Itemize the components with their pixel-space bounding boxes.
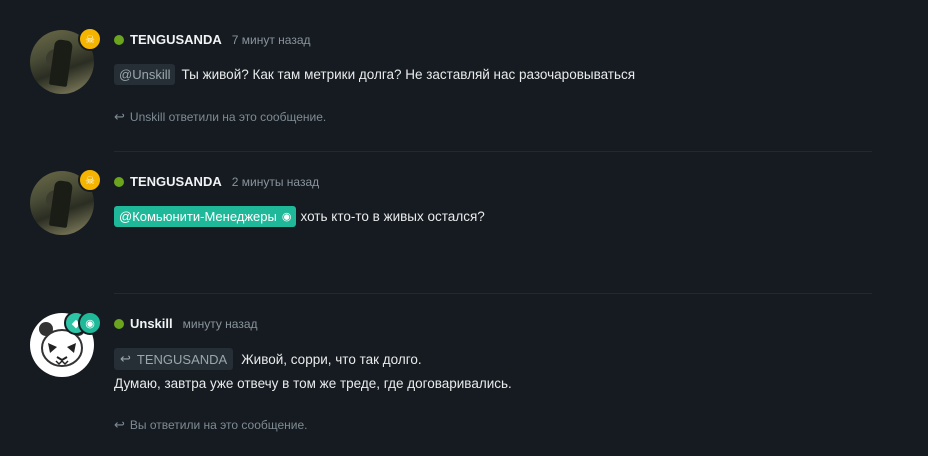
message-body: @Комьюнити-Менеджеры ◉ хоть кто-то в жив… <box>114 206 485 227</box>
reply-arrow-icon: ↩ <box>120 351 131 366</box>
replies-indicator[interactable]: ↩ Unskill ответили на это сообщение. <box>114 109 326 125</box>
replies-text[interactable]: Вы ответили на это сообщение. <box>130 418 308 432</box>
message-body: @Unskill Ты живой? Как там метрики долга… <box>114 64 635 85</box>
skull-icon: ☠ <box>78 27 102 51</box>
user-mention[interactable]: @Unskill <box>114 64 176 85</box>
skull-icon: ☠ <box>78 168 102 192</box>
reply-reference[interactable]: ↩ TENGUSANDA <box>114 348 234 370</box>
timestamp[interactable]: минуту назад <box>183 317 258 331</box>
globe-icon: ◉ <box>281 211 292 223</box>
message-text: хоть кто-то в живых остался? <box>300 209 485 224</box>
author-name[interactable]: TENGUSANDA <box>130 174 222 189</box>
divider <box>114 293 872 294</box>
timestamp[interactable]: 7 минут назад <box>232 33 311 47</box>
group-mention-label: @Комьюнити-Менеджеры <box>119 209 277 224</box>
replies-indicator[interactable]: ↩ Вы ответили на это сообщение. <box>114 417 308 433</box>
status-dot <box>114 318 124 329</box>
message-body-line-2: Думаю, завтра уже отвечу в том же треде,… <box>114 376 512 391</box>
group-mention[interactable]: @Комьюнити-Менеджеры ◉ <box>114 206 297 227</box>
message-text: Ты живой? Как там метрики долга? Не заст… <box>181 67 636 82</box>
status-dot <box>114 34 124 45</box>
message-header: TENGUSANDA 2 минуты назад <box>114 174 319 189</box>
message-text-2: Думаю, завтра уже отвечу в том же треде,… <box>114 376 512 391</box>
reply-author: TENGUSANDA <box>136 351 228 367</box>
divider <box>114 151 872 152</box>
message-header: Unskill минуту назад <box>114 316 258 331</box>
reply-arrow-icon: ↩ <box>114 109 125 124</box>
message-text: Живой, сорри, что так долго. <box>241 351 422 367</box>
status-dot <box>114 176 124 187</box>
author-name[interactable]: TENGUSANDA <box>130 32 222 47</box>
replies-text[interactable]: Unskill ответили на это сообщение. <box>130 110 326 124</box>
reply-arrow-icon: ↩ <box>114 417 125 432</box>
timestamp[interactable]: 2 минуты назад <box>232 175 319 189</box>
author-name[interactable]: Unskill <box>130 316 173 331</box>
globe-icon: ◉ <box>78 311 102 335</box>
message-body: ↩ TENGUSANDA Живой, сорри, что так долго… <box>114 348 422 370</box>
message-header: TENGUSANDA 7 минут назад <box>114 32 311 47</box>
